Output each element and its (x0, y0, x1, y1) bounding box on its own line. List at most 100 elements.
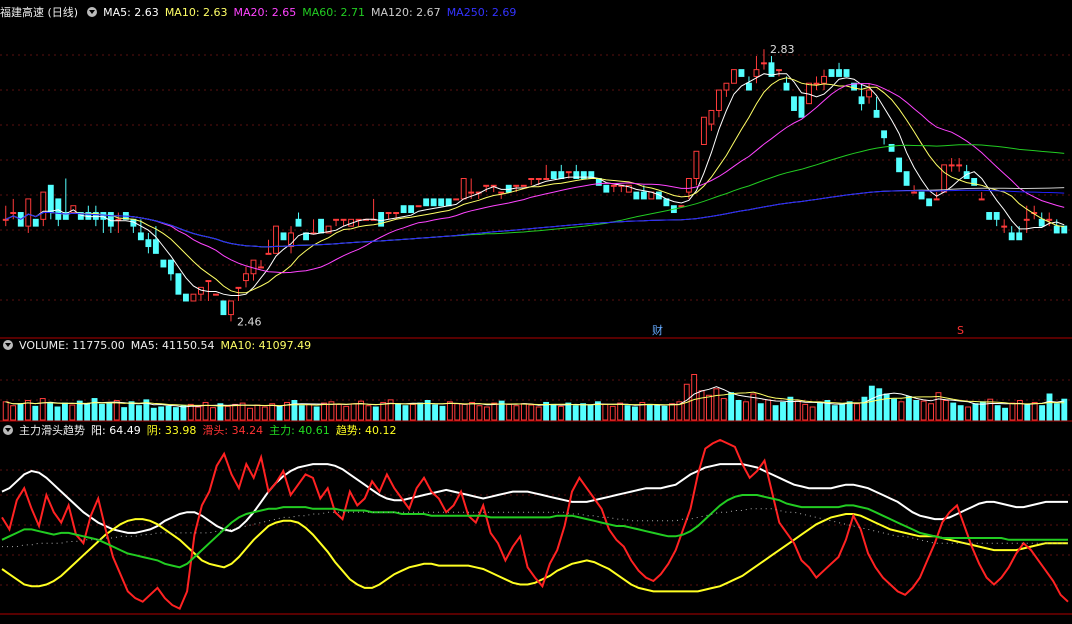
candle-body (753, 69, 760, 77)
volume-bar (846, 401, 853, 421)
candle-body (2, 218, 9, 221)
volume-bar (313, 406, 320, 421)
volume-bar (1039, 405, 1046, 421)
candle-body (776, 69, 782, 72)
volume-bar (883, 393, 890, 421)
candle-body (1046, 218, 1053, 221)
candle-body (843, 69, 850, 77)
candle-body (678, 205, 685, 208)
volume-bar (513, 405, 520, 421)
candle-body (460, 178, 467, 200)
candle-body (610, 184, 617, 187)
candle-body (152, 239, 159, 254)
candle-body (47, 184, 54, 214)
volume-bar (868, 385, 875, 421)
volume-bar (957, 405, 964, 421)
cai-marker: 财 (652, 323, 663, 337)
volume-bar (409, 403, 416, 421)
stock-chart-svg: 2.83 2.46 财 S (0, 43, 1072, 615)
volume-bar (557, 405, 564, 421)
volume-bar (165, 405, 172, 421)
volume-bar (520, 403, 527, 421)
candle-body (167, 259, 174, 275)
volume-bar (972, 403, 979, 421)
candle-body (821, 75, 827, 84)
candle-body (25, 198, 32, 227)
volume-bar (121, 407, 128, 421)
volume-expand-arrow-icon[interactable] (3, 340, 13, 350)
indicator-expand-arrow-icon[interactable] (3, 425, 13, 435)
candle-body (115, 218, 122, 221)
expand-arrow-icon[interactable] (87, 7, 98, 17)
candle-body (1001, 225, 1008, 228)
candle-body (1053, 225, 1060, 234)
volume-bar (994, 405, 1001, 421)
volume-bar (891, 398, 897, 421)
volume-bar (180, 405, 187, 421)
volume-bar (321, 402, 327, 421)
candle-body (828, 69, 835, 77)
volume-bar (624, 405, 631, 421)
stock-title: 福建高速 (日线) (0, 6, 79, 19)
candle-body (565, 171, 572, 174)
volume-ma10-line (5, 391, 1065, 407)
volume-label: VOLUME: 11775.00 (19, 339, 125, 352)
chart-window: 2.83 2.46 财 S 福建高速 (日线) MA5: 2.63 MA10: 2.63 M… (0, 0, 1072, 620)
volume-bar (173, 407, 179, 421)
volume-bar (905, 396, 912, 421)
candle-body (836, 69, 842, 77)
volume-header: VOLUME: 11775.00 MA5: 41150.54 MA10: 41097… (0, 338, 317, 354)
candle-body (1038, 218, 1045, 227)
candle-body (175, 273, 182, 295)
volume-bar (10, 405, 17, 421)
volume-bar (469, 401, 476, 421)
candle-body (145, 239, 152, 248)
volume-bar (91, 398, 98, 421)
volume-bar (706, 394, 712, 421)
candle-body (1061, 225, 1068, 234)
volume-bar (787, 396, 794, 421)
candle-body (490, 184, 497, 187)
volume-bar (54, 406, 61, 421)
candle-body (220, 300, 227, 316)
ma60-label: MA60: 2.71 (302, 6, 365, 19)
volume-bar (854, 403, 860, 421)
candle-body (926, 198, 933, 207)
volume-bar (150, 407, 157, 421)
volume-bar (84, 403, 91, 421)
candle-body (978, 198, 985, 201)
volume-bar (920, 400, 927, 421)
volume-bar (350, 403, 357, 421)
candle-body (528, 178, 535, 180)
candle-body (235, 286, 242, 289)
candle-body (708, 109, 715, 125)
candle-body (993, 212, 1000, 220)
low-price-label: 2.46 (237, 315, 262, 328)
volume-bar (380, 401, 387, 421)
candle-body (423, 198, 430, 207)
volume-bar (654, 404, 661, 421)
volume-bar (306, 403, 313, 421)
volume-bar (661, 405, 668, 421)
volume-bar (365, 405, 372, 421)
volume-bar (898, 401, 905, 421)
candle-body (813, 82, 820, 85)
candle-body (513, 184, 520, 187)
volume-bar (817, 402, 823, 421)
candle-body (468, 191, 475, 194)
volume-bar (794, 400, 801, 421)
ma-line-ma250 (5, 189, 1065, 248)
candle-body (10, 212, 17, 215)
volume-bar (735, 400, 742, 421)
volume-bar (942, 400, 949, 421)
volume-bar (1031, 401, 1038, 421)
volume-bar (550, 403, 557, 421)
volume-bar (802, 403, 809, 421)
volume-ma10-label: MA10: 41097.49 (220, 339, 312, 352)
indicator-line-1 (1, 513, 1068, 593)
candle-body (55, 198, 62, 220)
candle-body (318, 218, 324, 234)
candle-body (438, 198, 445, 207)
volume-bar (780, 401, 786, 421)
candle-body (640, 191, 647, 200)
